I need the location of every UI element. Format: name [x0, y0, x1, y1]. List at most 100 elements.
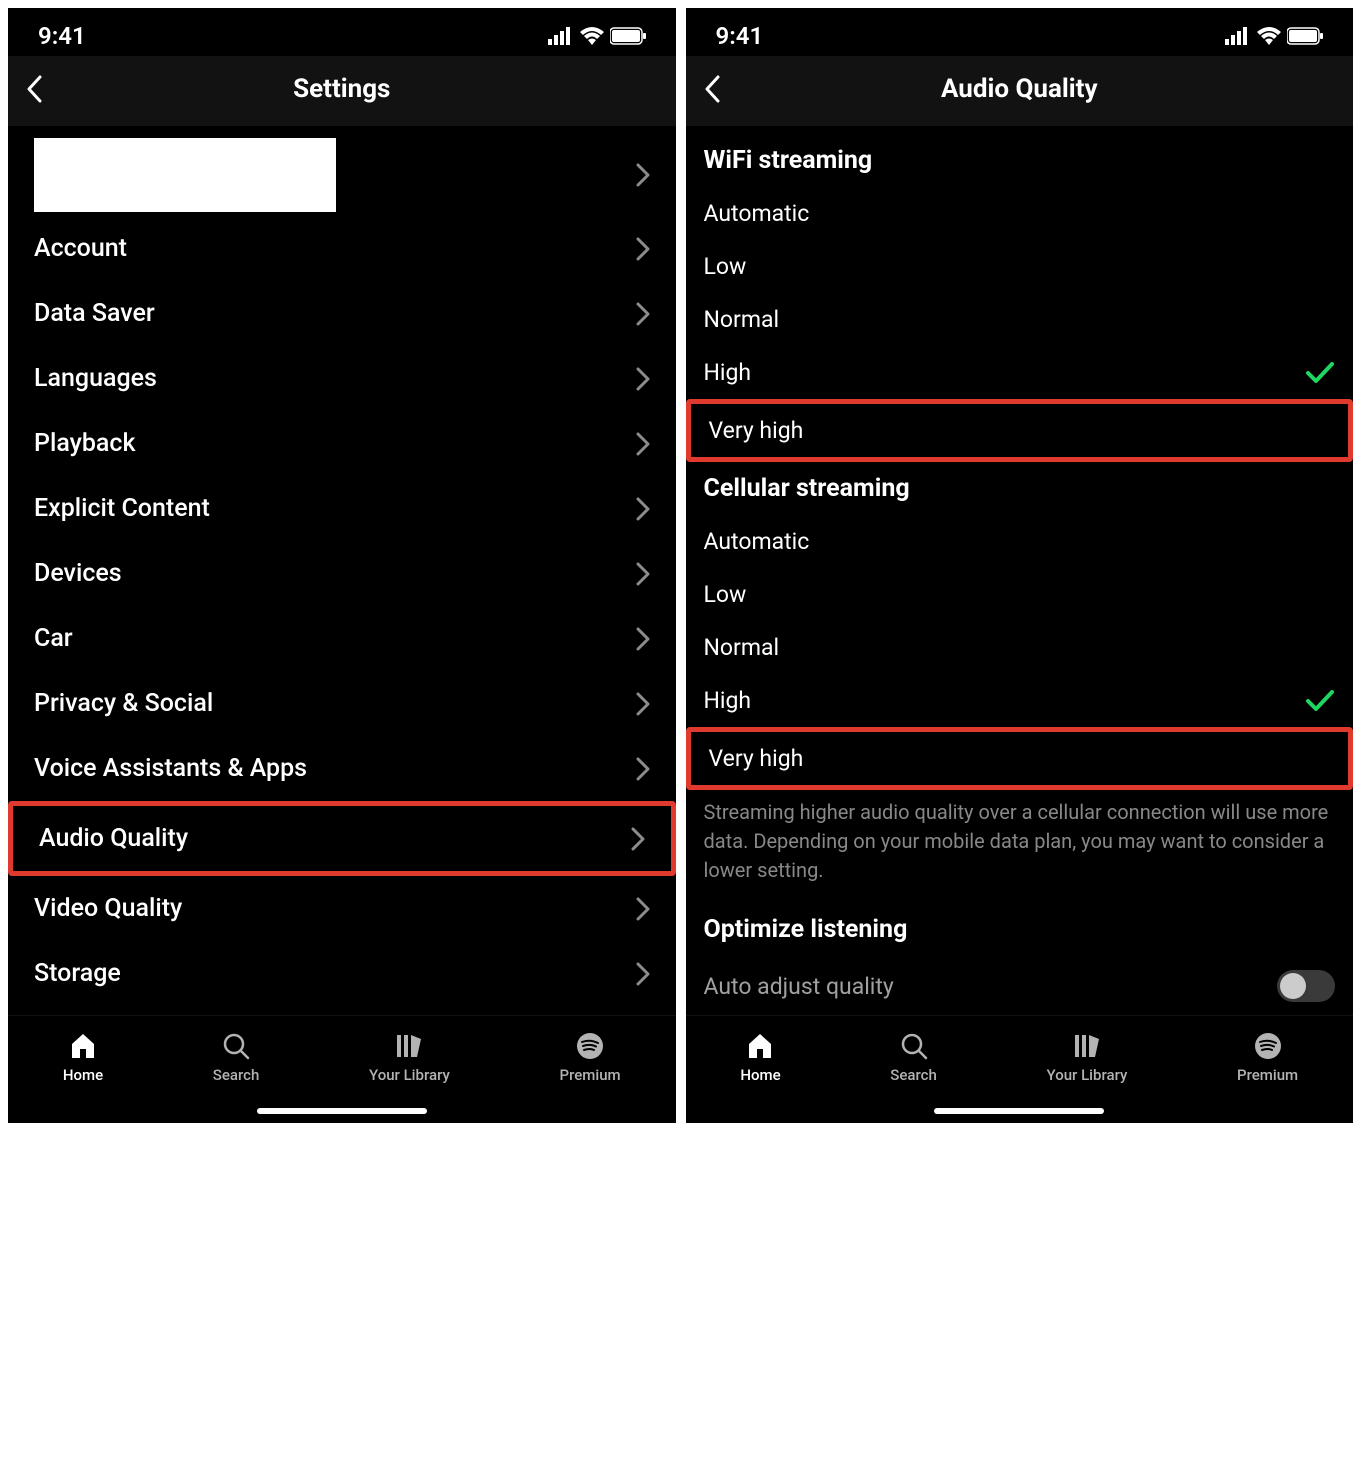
section-wifi-header: WiFi streaming — [686, 134, 1354, 187]
search-icon — [899, 1031, 929, 1061]
profile-block — [34, 138, 336, 212]
status-bar: 9:41 — [8, 8, 676, 56]
chevron-right-icon — [636, 302, 650, 326]
battery-icon — [610, 27, 646, 45]
section-optimize-header: Optimize listening — [686, 903, 1354, 956]
nav-label: Your Library — [369, 1066, 450, 1084]
bottom-nav: Home Search Your Library Premium — [686, 1015, 1354, 1099]
phone-settings: 9:41 Settings Account Data Saver Languages… — [8, 8, 676, 1123]
nav-label: Home — [740, 1066, 780, 1084]
option-label: Automatic — [704, 528, 810, 555]
option-label: Normal — [704, 306, 780, 333]
nav-label: Premium — [1237, 1066, 1298, 1084]
wifi-option-very-high[interactable]: Very high — [686, 399, 1354, 462]
nav-label: Home — [63, 1066, 103, 1084]
settings-row-car[interactable]: Car — [8, 606, 676, 671]
nav-item-your-library[interactable]: Your Library — [1047, 1031, 1128, 1084]
auto-adjust-row[interactable]: Auto adjust quality — [686, 956, 1354, 1015]
settings-row-label: Languages — [34, 364, 157, 393]
battery-icon — [1287, 27, 1323, 45]
settings-row-audio-quality[interactable]: Audio Quality — [8, 801, 676, 876]
profile-row[interactable] — [8, 134, 676, 216]
nav-item-your-library[interactable]: Your Library — [369, 1031, 450, 1084]
settings-row-storage[interactable]: Storage — [8, 941, 676, 1006]
chevron-right-icon — [636, 692, 650, 716]
chevron-right-icon — [636, 627, 650, 651]
settings-row-label: Explicit Content — [34, 494, 210, 523]
cellular-option-very-high[interactable]: Very high — [686, 727, 1354, 790]
option-label: Very high — [709, 417, 804, 444]
phone-audio-quality: 9:41 Audio Quality WiFi streaming Automa… — [686, 8, 1354, 1123]
settings-row-account[interactable]: Account — [8, 216, 676, 281]
audio-quality-content[interactable]: WiFi streaming Automatic Low Normal High Ver… — [686, 126, 1354, 1015]
settings-row-label: Account — [34, 234, 127, 263]
nav-item-search[interactable]: Search — [213, 1031, 260, 1084]
check-icon — [1305, 361, 1335, 385]
wifi-option-normal[interactable]: Normal — [686, 293, 1354, 346]
search-icon — [221, 1031, 251, 1061]
settings-row-label: Car — [34, 624, 73, 653]
back-button[interactable] — [704, 75, 720, 103]
settings-row-video-quality[interactable]: Video Quality — [8, 876, 676, 941]
chevron-right-icon — [636, 897, 650, 921]
cellular-option-high[interactable]: High — [686, 674, 1354, 727]
cellular-option-normal[interactable]: Normal — [686, 621, 1354, 674]
wifi-option-high[interactable]: High — [686, 346, 1354, 399]
chevron-right-icon — [636, 757, 650, 781]
wifi-option-low[interactable]: Low — [686, 240, 1354, 293]
wifi-option-automatic[interactable]: Automatic — [686, 187, 1354, 240]
cellular-option-automatic[interactable]: Automatic — [686, 515, 1354, 568]
bottom-nav: Home Search Your Library Premium — [8, 1015, 676, 1099]
settings-row-voice-assistants-apps[interactable]: Voice Assistants & Apps — [8, 736, 676, 801]
option-label: Automatic — [704, 200, 810, 227]
header: Settings — [8, 56, 676, 126]
page-title: Audio Quality — [941, 74, 1098, 104]
option-label: Normal — [704, 634, 780, 661]
settings-row-explicit-content[interactable]: Explicit Content — [8, 476, 676, 541]
settings-row-label: Playback — [34, 429, 135, 458]
home-indicator[interactable] — [8, 1099, 676, 1123]
option-label: Low — [704, 253, 747, 280]
status-icons — [1225, 27, 1323, 45]
cellular-option-low[interactable]: Low — [686, 568, 1354, 621]
auto-adjust-toggle[interactable] — [1277, 970, 1335, 1002]
settings-row-data-saver[interactable]: Data Saver — [8, 281, 676, 346]
option-label: High — [704, 687, 752, 714]
cellular-hint: Streaming higher audio quality over a ce… — [686, 790, 1354, 903]
settings-row-label: Privacy & Social — [34, 689, 213, 718]
chevron-left-icon — [26, 75, 42, 103]
chevron-right-icon — [631, 827, 645, 851]
settings-row-playback[interactable]: Playback — [8, 411, 676, 476]
settings-row-devices[interactable]: Devices — [8, 541, 676, 606]
nav-label: Search — [890, 1066, 937, 1084]
wifi-icon — [1257, 27, 1281, 45]
home-indicator[interactable] — [686, 1099, 1354, 1123]
spotify-icon — [1253, 1031, 1283, 1061]
home-icon — [745, 1031, 775, 1061]
section-cellular-header: Cellular streaming — [686, 462, 1354, 515]
chevron-right-icon — [636, 562, 650, 586]
chevron-right-icon — [636, 432, 650, 456]
settings-row-privacy-social[interactable]: Privacy & Social — [8, 671, 676, 736]
status-time: 9:41 — [38, 22, 86, 50]
signal-icon — [548, 27, 574, 45]
nav-item-home[interactable]: Home — [63, 1031, 103, 1084]
settings-row-label: Video Quality — [34, 894, 182, 923]
settings-content[interactable]: Account Data Saver Languages Playback Explic… — [8, 126, 676, 1015]
nav-item-premium[interactable]: Premium — [560, 1031, 621, 1084]
settings-row-languages[interactable]: Languages — [8, 346, 676, 411]
settings-row-label: Storage — [34, 959, 121, 988]
nav-item-search[interactable]: Search — [890, 1031, 937, 1084]
nav-item-premium[interactable]: Premium — [1237, 1031, 1298, 1084]
header: Audio Quality — [686, 56, 1354, 126]
nav-item-home[interactable]: Home — [740, 1031, 780, 1084]
status-time: 9:41 — [716, 22, 764, 50]
nav-label: Search — [213, 1066, 260, 1084]
settings-row-notifications[interactable]: Notifications — [8, 1006, 676, 1015]
back-button[interactable] — [26, 75, 42, 103]
settings-row-label: Devices — [34, 559, 122, 588]
nav-label: Your Library — [1047, 1066, 1128, 1084]
wifi-icon — [580, 27, 604, 45]
nav-label: Premium — [560, 1066, 621, 1084]
status-icons — [548, 27, 646, 45]
